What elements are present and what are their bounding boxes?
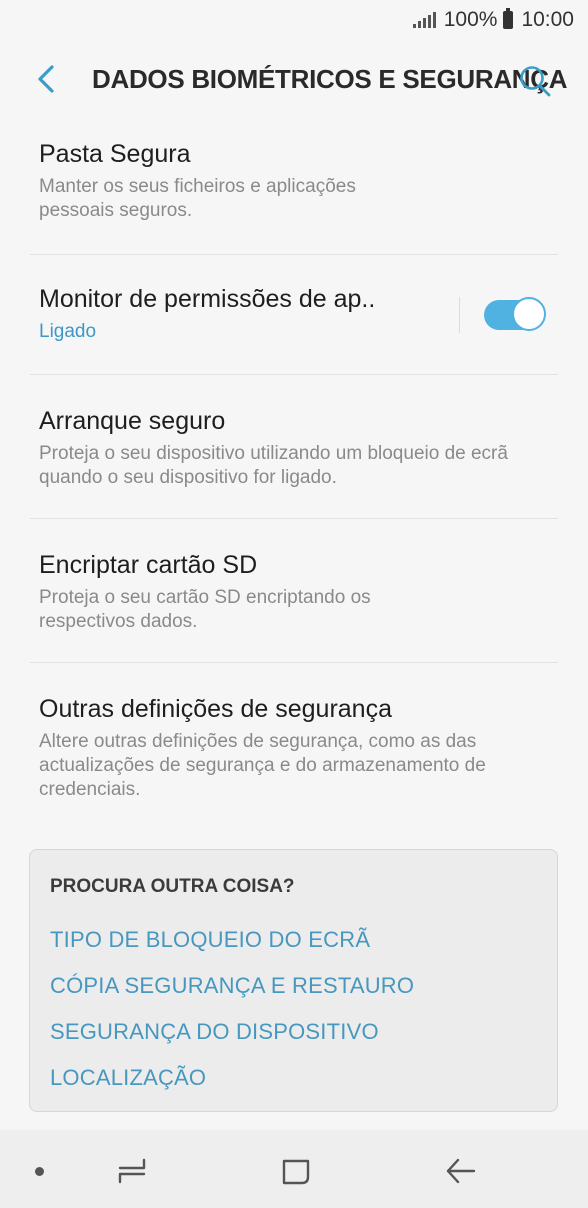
setting-subtitle: Manter os seus ficheiros e aplicações pe… bbox=[39, 176, 356, 221]
setting-subtitle: Proteja o seu dispositivo utilizando um … bbox=[39, 443, 508, 488]
setting-title: Encriptar cartão SD bbox=[39, 551, 258, 579]
link-device-security[interactable]: SEGURANÇA DO DISPOSITIVO bbox=[50, 1019, 379, 1045]
setting-permission-monitor[interactable]: Monitor de permissões de ap.. Ligado bbox=[30, 254, 558, 374]
app-bar: DADOS BIOMÉTRICOS E SEGURANÇA bbox=[0, 40, 588, 118]
setting-title: Outras definições de segurança bbox=[39, 695, 392, 723]
signal-icon bbox=[412, 12, 436, 28]
setting-other-security[interactable]: Outras definições de segurança Altere ou… bbox=[30, 662, 558, 832]
link-screen-lock-type[interactable]: TIPO DE BLOQUEIO DO ECRÃ bbox=[50, 927, 370, 953]
setting-subtitle: Proteja o seu cartão SD encriptando os r… bbox=[39, 587, 371, 632]
home-icon[interactable] bbox=[280, 1157, 312, 1187]
status-bar: 100% 10:00 bbox=[0, 0, 588, 40]
back-arrow-icon[interactable] bbox=[30, 62, 60, 96]
setting-secure-startup[interactable]: Arranque seguro Proteja o seu dispositiv… bbox=[30, 374, 558, 518]
toggle-container bbox=[459, 255, 558, 374]
navigation-bar bbox=[0, 1130, 588, 1208]
link-backup-restore[interactable]: CÓPIA SEGURANÇA E RESTAURO bbox=[50, 973, 414, 999]
suggestions-card: PROCURA OUTRA COISA? TIPO DE BLOQUEIO DO… bbox=[29, 849, 558, 1112]
setting-secure-folder[interactable]: Pasta Segura Manter os seus ficheiros e … bbox=[30, 118, 558, 254]
search-icon[interactable] bbox=[518, 64, 552, 98]
back-icon[interactable] bbox=[444, 1156, 478, 1186]
setting-title: Arranque seguro bbox=[39, 407, 226, 435]
battery-icon bbox=[503, 8, 514, 29]
clock: 10:00 bbox=[521, 8, 574, 31]
permission-monitor-toggle[interactable] bbox=[484, 296, 546, 331]
link-location[interactable]: LOCALIZAÇÃO bbox=[50, 1065, 206, 1091]
page-title: DADOS BIOMÉTRICOS E SEGURANÇA bbox=[92, 64, 568, 94]
setting-encrypt-sd[interactable]: Encriptar cartão SD Proteja o seu cartão… bbox=[30, 518, 558, 662]
settings-list: Pasta Segura Manter os seus ficheiros e … bbox=[0, 118, 588, 832]
toggle-knob bbox=[512, 296, 546, 331]
divider bbox=[459, 296, 460, 333]
dot-icon[interactable] bbox=[35, 1167, 44, 1176]
suggestions-header: PROCURA OUTRA COISA? bbox=[50, 876, 295, 897]
setting-subtitle: Altere outras definições de segurança, c… bbox=[39, 731, 486, 800]
setting-title: Pasta Segura bbox=[39, 140, 191, 168]
battery-percentage: 100% bbox=[443, 8, 498, 31]
recent-apps-icon[interactable] bbox=[116, 1156, 148, 1186]
